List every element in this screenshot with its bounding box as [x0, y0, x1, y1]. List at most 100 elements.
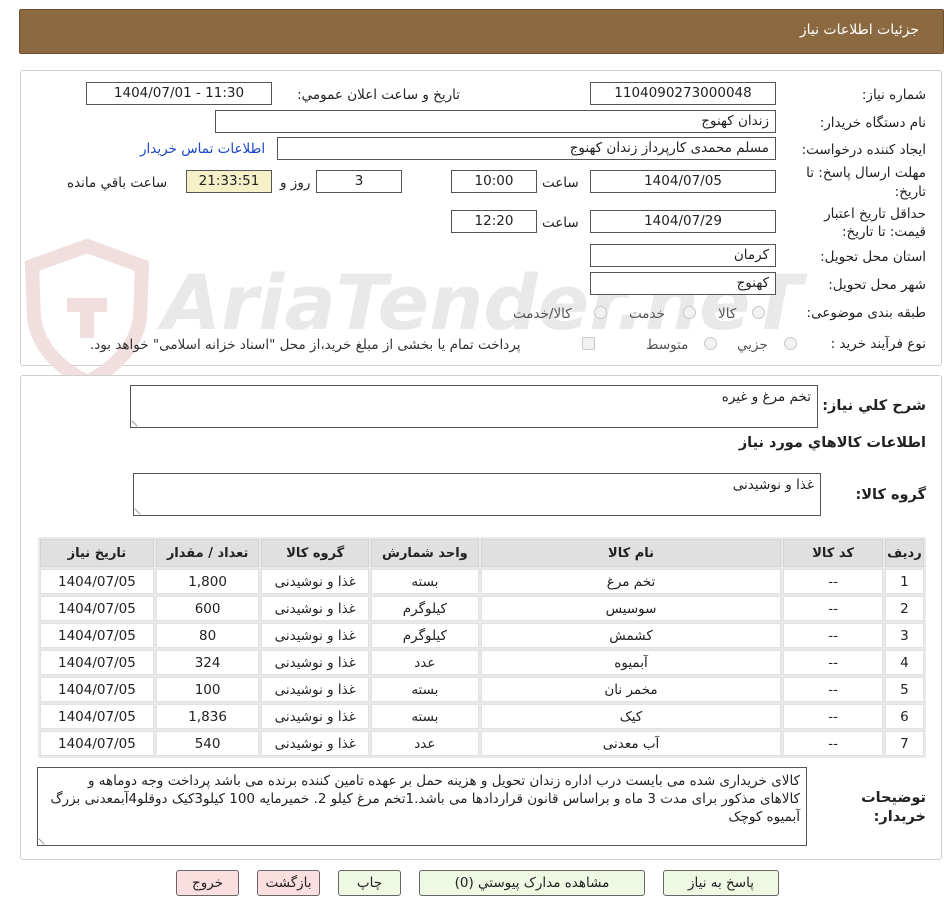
page-header: جزئیات اطلاعات نیاز	[19, 9, 944, 54]
remaining-time-field: 21:33:51	[186, 170, 272, 193]
table-row: 7 -- آب معدنی عدد غذا و نوشیدنی 540 1404/07/05	[40, 731, 924, 756]
table-cell: --	[783, 677, 883, 702]
table-cell: تخم مرغ	[480, 569, 782, 594]
deadline-time-field: 10:00	[451, 170, 537, 193]
table-cell: غذا و نوشیدنی	[261, 704, 370, 729]
print-button[interactable]: چاپ	[338, 870, 401, 896]
category-radio-service[interactable]	[683, 306, 696, 319]
attachments-button[interactable]: مشاهده مدارک پیوستي (0)	[419, 870, 645, 896]
buyer-notes-text: کالای خریداری شده می بایست درب اداره زند…	[50, 773, 800, 825]
days-label: روز و	[280, 175, 311, 191]
table-cell: 4	[884, 650, 924, 675]
goods-group-textarea[interactable]: غذا و نوشیدنی	[133, 473, 821, 516]
buyer-contact-link[interactable]: اطلاعات تماس خریدار	[140, 141, 265, 157]
process-option-medium: متوسط	[646, 337, 689, 353]
table-cell: 1404/07/05	[40, 623, 154, 648]
announce-field: 1404/07/01 - 11:30	[86, 82, 272, 105]
table-cell: آبمیوه	[480, 650, 782, 675]
category-radio-goods-service[interactable]	[594, 306, 607, 319]
table-cell: کیک	[480, 704, 782, 729]
deadline-label: مهلت ارسال پاسخ: تا	[806, 165, 926, 181]
process-label: نوع فرآیند خرید :	[830, 336, 926, 352]
table-row: 2 -- سوسیس کیلوگرم غذا و نوشیدنی 600 1404/07/0…	[40, 596, 924, 621]
requester-field: مسلم محمدی کارپرداز زندان کهنوج	[277, 137, 776, 160]
table-cell: --	[783, 731, 883, 756]
category-option-goods: کالا	[718, 306, 737, 322]
goods-info-title: اطلاعات کالاهاي مورد نیاز	[738, 435, 926, 451]
shield-logo-icon	[24, 238, 150, 388]
announce-label: تاریخ و ساعت اعلان عمومي:	[297, 87, 460, 103]
deadline-date-field: 1404/07/05	[590, 170, 776, 193]
table-cell: بسته	[371, 704, 479, 729]
table-cell: 1404/07/05	[40, 704, 154, 729]
table-cell: غذا و نوشیدنی	[261, 731, 370, 756]
province-label: استان محل تحویل:	[820, 249, 926, 265]
table-cell: 600	[155, 596, 260, 621]
category-option-service: خدمت	[629, 306, 665, 322]
table-cell: غذا و نوشیدنی	[261, 623, 370, 648]
summary-text: تخم مرغ و غیره	[721, 389, 811, 405]
table-cell: --	[783, 596, 883, 621]
table-cell: 1,800	[155, 569, 260, 594]
table-cell: 1404/07/05	[40, 596, 154, 621]
table-cell: عدد	[371, 731, 479, 756]
table-row: 1 -- تخم مرغ بسته غذا و نوشیدنی 1,800 1404/07/…	[40, 569, 924, 594]
table-cell: 1	[884, 569, 924, 594]
table-cell: 2	[884, 596, 924, 621]
validity-time-field: 12:20	[451, 210, 537, 233]
table-cell: --	[783, 704, 883, 729]
deadline-time-label: ساعت	[542, 175, 579, 191]
days-field: 3	[316, 170, 402, 193]
table-row: 4 -- آبمیوه عدد غذا و نوشیدنی 324 1404/07/05	[40, 650, 924, 675]
table-cell: --	[783, 650, 883, 675]
table-cell: 5	[884, 677, 924, 702]
table-cell: 1404/07/05	[40, 731, 154, 756]
province-field: کرمان	[590, 244, 776, 267]
remaining-label: ساعت باقي مانده	[67, 175, 168, 191]
page-title: جزئیات اطلاعات نیاز	[799, 22, 919, 38]
table-cell: غذا و نوشیدنی	[261, 677, 370, 702]
process-option-minor: جزیي	[737, 337, 768, 353]
table-cell: --	[783, 623, 883, 648]
process-radio-minor[interactable]	[784, 337, 797, 350]
process-radio-medium[interactable]	[704, 337, 717, 350]
table-cell: آب معدنی	[480, 731, 782, 756]
table-cell: 540	[155, 731, 260, 756]
summary-textarea[interactable]: تخم مرغ و غیره	[130, 385, 818, 428]
table-cell: کیلوگرم	[371, 596, 479, 621]
buyer-org-label: نام دستگاه خریدار:	[819, 115, 926, 131]
table-row: 3 -- کشمش کیلوگرم غذا و نوشیدنی 80 1404/07/05	[40, 623, 924, 648]
category-option-goods-service: کالا/خدمت	[513, 306, 572, 322]
table-cell: 1404/07/05	[40, 650, 154, 675]
buyer-notes-textarea[interactable]: کالای خریداری شده می بایست درب اداره زند…	[37, 767, 807, 846]
resize-grip-icon[interactable]	[38, 833, 50, 845]
table-cell: بسته	[371, 569, 479, 594]
buyer-notes-label-2: خریدار:	[873, 809, 926, 825]
table-cell: غذا و نوشیدنی	[261, 650, 370, 675]
column-header: گروه کالا	[261, 539, 370, 567]
table-cell: کشمش	[480, 623, 782, 648]
city-label: شهر محل تحویل:	[828, 277, 926, 293]
treasury-payment-checkbox[interactable]	[582, 337, 595, 350]
back-button[interactable]: بازگشت	[257, 870, 320, 896]
table-cell: غذا و نوشیدنی	[261, 596, 370, 621]
table-row: 6 -- کیک بسته غذا و نوشیدنی 1,836 1404/07/05	[40, 704, 924, 729]
resize-grip-icon[interactable]	[134, 503, 146, 515]
goods-group-label: گروه کالا:	[855, 487, 926, 503]
items-table-wrapper: ردیف کد کالا نام کالا واحد شمارش گروه کا…	[38, 537, 926, 758]
table-header-row: ردیف کد کالا نام کالا واحد شمارش گروه کا…	[40, 539, 924, 567]
buyer-org-field: زندان کهنوج	[215, 110, 776, 133]
column-header: نام کالا	[480, 539, 782, 567]
column-header: واحد شمارش	[371, 539, 479, 567]
column-header: تعداد / مقدار	[155, 539, 260, 567]
table-cell: 324	[155, 650, 260, 675]
table-cell: 1404/07/05	[40, 569, 154, 594]
exit-button[interactable]: خروج	[176, 870, 239, 896]
treasury-payment-note: پرداخت تمام یا بخشی از مبلغ خرید،از محل …	[90, 337, 521, 353]
need-number-field: 1104090273000048	[590, 82, 776, 105]
category-radio-goods[interactable]	[752, 306, 765, 319]
column-header: تاریخ نیاز	[40, 539, 154, 567]
resize-grip-icon[interactable]	[131, 415, 143, 427]
reply-button[interactable]: پاسخ به نیاز	[663, 870, 779, 896]
buyer-notes-label: توضیحات	[861, 790, 926, 806]
